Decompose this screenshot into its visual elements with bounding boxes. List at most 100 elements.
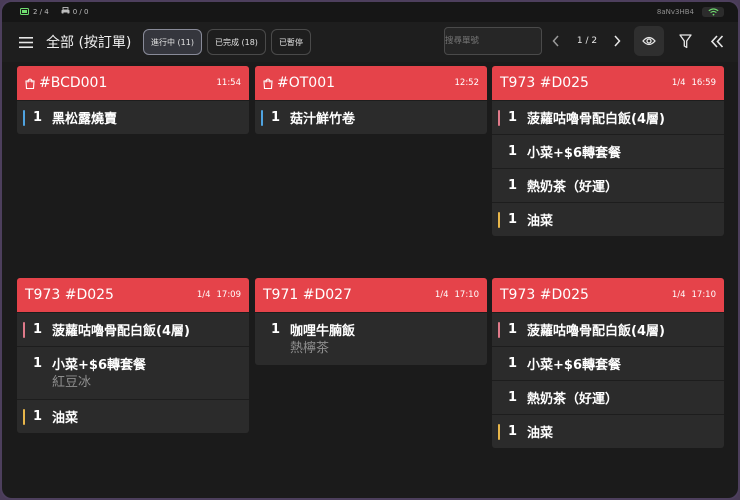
filter-icon[interactable] [670, 26, 700, 56]
page-title: 全部 (按訂單) [46, 35, 132, 51]
chevron-right-icon[interactable] [606, 27, 628, 55]
order-item[interactable]: 1 菠蘿咕嚕骨配白飯(4層) [492, 100, 724, 134]
bag-icon [263, 74, 273, 93]
item-name: 油菜 [52, 411, 79, 426]
order-item[interactable]: 1 菇汁鮮竹卷 [255, 100, 487, 134]
item-modifier: 熱檸茶 [290, 341, 330, 356]
item-color-bar [23, 322, 25, 338]
order-title: T973 #D025 [500, 287, 589, 303]
order-item[interactable]: 1 油菜 [17, 399, 249, 433]
item-qty: 1 [508, 356, 518, 371]
item-color-bar [261, 110, 263, 126]
order-item[interactable]: 1 小菜+$6轉套餐 [492, 134, 724, 168]
item-qty: 1 [508, 144, 518, 159]
order-count: 1/4 [671, 78, 686, 88]
item-name: 油菜 [527, 426, 554, 441]
item-qty: 1 [33, 110, 43, 125]
order-header: T973 #D025 1/4 17:09 [17, 278, 249, 312]
order-item[interactable]: 1 熱奶茶（好運） [492, 168, 724, 202]
item-name: 小菜+$6轉套餐 [527, 146, 621, 161]
order-count: 1/4 [671, 290, 686, 300]
order-header: T971 #D027 1/4 17:10 [255, 278, 487, 312]
eye-icon[interactable] [634, 26, 664, 56]
item-name: 菠蘿咕嚕骨配白飯(4層) [527, 324, 665, 339]
order-card[interactable]: T971 #D027 1/4 17:10 1 咖哩牛腩飯 熱檸茶 [255, 278, 487, 365]
item-qty: 1 [33, 409, 43, 424]
item-color-bar [23, 110, 25, 126]
order-time: 11:54 [216, 78, 242, 88]
item-qty: 1 [508, 178, 518, 193]
order-title: T973 #D025 [500, 75, 589, 91]
device-id: 8aNv3HB4 [656, 8, 694, 16]
item-qty: 1 [508, 424, 518, 439]
printer-status: 0 / 0 [61, 7, 89, 17]
order-card[interactable]: T973 #D025 1/4 17:09 1 菠蘿咕嚕骨配白飯(4層) 1 小菜+$6… [17, 278, 249, 433]
wifi-icon [702, 7, 724, 17]
kds-screen: 2 / 4 0 / 0 8aNv3HB4 全部 (按訂單) 進行中 (11) 已… [0, 0, 740, 500]
tab-in-progress[interactable]: 進行中 (11) [143, 29, 202, 55]
item-color-bar [498, 212, 500, 228]
item-name: 小菜+$6轉套餐 [52, 358, 146, 373]
order-item[interactable]: 1 油菜 [492, 414, 724, 448]
printer-text: 0 / 0 [72, 8, 89, 16]
status-bar: 2 / 4 0 / 0 8aNv3HB4 [2, 2, 738, 22]
item-name: 菠蘿咕嚕骨配白飯(4層) [52, 324, 190, 339]
double-chevron-left-icon[interactable] [702, 26, 732, 56]
item-name: 油菜 [527, 214, 554, 229]
order-card[interactable]: #OT001 12:52 1 菇汁鮮竹卷 [255, 66, 487, 134]
chevron-left-icon[interactable] [545, 27, 567, 55]
item-name: 熱奶茶（好運） [527, 180, 619, 195]
order-item[interactable]: 1 黑松露燒賣 [17, 100, 249, 134]
order-count: 1/4 [196, 290, 211, 300]
page-indicator: 1 / 2 [576, 36, 598, 46]
order-title: #BCD001 [39, 75, 108, 91]
order-item[interactable]: 1 菠蘿咕嚕骨配白飯(4層) [492, 312, 724, 346]
search-input[interactable] [444, 27, 542, 55]
item-qty: 1 [508, 212, 518, 227]
order-item[interactable]: 1 菠蘿咕嚕骨配白飯(4層) [17, 312, 249, 346]
order-time: 17:10 [454, 290, 480, 300]
order-time: 16:59 [691, 78, 717, 88]
tab-paused[interactable]: 已暫停 [270, 29, 311, 55]
order-header: #OT001 12:52 [255, 66, 487, 100]
order-item[interactable]: 1 油菜 [492, 202, 724, 236]
menu-icon[interactable] [12, 28, 40, 56]
order-item[interactable]: 1 熱奶茶（好運） [492, 380, 724, 414]
item-name: 咖哩牛腩飯 [290, 324, 356, 339]
order-time: 17:10 [691, 290, 717, 300]
order-item[interactable]: 1 小菜+$6轉套餐 [492, 346, 724, 380]
tab-completed[interactable]: 已完成 (18) [206, 29, 266, 55]
item-qty: 1 [33, 356, 43, 371]
item-qty: 1 [271, 322, 281, 337]
item-qty: 1 [508, 110, 518, 125]
item-color-bar [498, 322, 500, 338]
order-title: T971 #D027 [263, 287, 352, 303]
item-color-bar [23, 409, 25, 425]
item-qty: 1 [271, 110, 281, 125]
battery-status: 2 / 4 [20, 7, 49, 17]
order-title: T973 #D025 [25, 287, 114, 303]
order-count: 1/4 [434, 290, 449, 300]
order-card[interactable]: #BCD001 11:54 1 黑松露燒賣 [17, 66, 249, 134]
item-name: 熱奶茶（好運） [527, 392, 619, 407]
order-time: 12:52 [454, 78, 480, 88]
item-modifier: 紅豆冰 [52, 375, 92, 390]
item-color-bar [498, 110, 500, 126]
printer-icon [61, 7, 70, 17]
order-card[interactable]: T973 #D025 1/4 17:10 1 菠蘿咕嚕骨配白飯(4層) 1 小菜+$6… [492, 278, 724, 448]
order-header: #BCD001 11:54 [17, 66, 249, 100]
order-header: T973 #D025 1/4 17:10 [492, 278, 724, 312]
item-name: 黑松露燒賣 [52, 112, 118, 127]
item-name: 菠蘿咕嚕骨配白飯(4層) [527, 112, 665, 127]
top-toolbar: 全部 (按訂單) 進行中 (11) 已完成 (18) 已暫停 1 / 2 [2, 22, 738, 62]
order-item[interactable]: 1 小菜+$6轉套餐 紅豆冰 [17, 346, 249, 399]
order-card[interactable]: T973 #D025 1/4 16:59 1 菠蘿咕嚕骨配白飯(4層) 1 小菜+$6… [492, 66, 724, 236]
order-item[interactable]: 1 咖哩牛腩飯 熱檸茶 [255, 312, 487, 365]
order-title: #OT001 [277, 75, 336, 91]
item-qty: 1 [33, 322, 43, 337]
bag-icon [25, 74, 35, 93]
item-qty: 1 [508, 390, 518, 405]
item-qty: 1 [508, 322, 518, 337]
battery-text: 2 / 4 [33, 8, 49, 16]
item-name: 菇汁鮮竹卷 [290, 112, 356, 127]
